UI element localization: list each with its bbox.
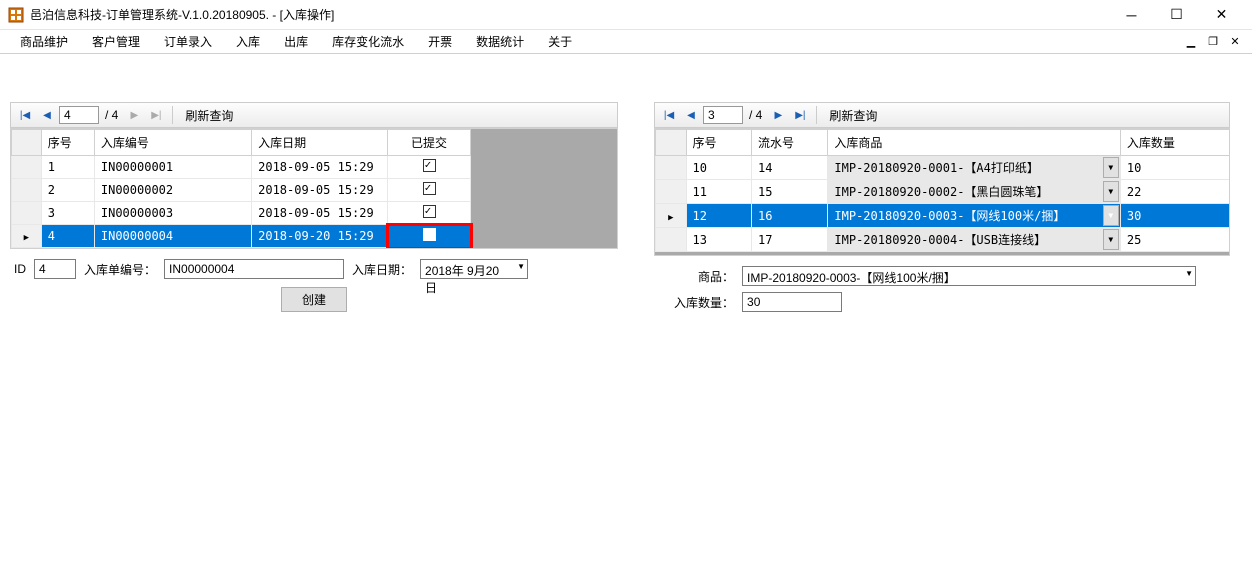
chevron-down-icon[interactable]: ▼ [1103,205,1119,226]
maximize-button[interactable]: ☐ [1154,0,1199,30]
table-row[interactable]: 3 IN00000003 2018-09-05 15:29 [12,202,471,225]
menu-product[interactable]: 商品维护 [8,30,80,53]
col-product[interactable]: 入库商品 [828,130,1120,156]
mdi-restore-button[interactable]: ❐ [1204,34,1222,50]
nav-position-input[interactable] [59,106,99,124]
menu-order[interactable]: 订单录入 [152,30,224,53]
table-row[interactable]: 2 IN00000002 2018-09-05 15:29 [12,179,471,202]
checkbox-icon[interactable] [423,205,436,218]
col-seq[interactable]: 序号 [41,130,94,156]
nav-last-icon[interactable]: ▶| [790,105,810,125]
table-row[interactable]: 13 17 IMP-20180920-0004-【USB连接线】▼ 25 [656,228,1230,252]
qty-input[interactable] [742,292,842,312]
col-flow[interactable]: 流水号 [752,130,828,156]
menu-stats[interactable]: 数据统计 [464,30,536,53]
chevron-down-icon: ▼ [517,262,525,271]
col-submitted[interactable]: 已提交 [388,130,471,156]
inbound-panel: |◀ ◀ / 4 ▶ ▶| 刷新查询 序号 入库编号 入库日期 已提交 [10,62,618,312]
window-title: 邑泊信息科技-订单管理系统-V.1.0.20180905. - [入库操作] [30,6,1109,23]
date-picker[interactable]: 2018年 9月20日▼ [420,259,528,279]
app-icon [8,7,24,23]
col-seq[interactable]: 序号 [686,130,751,156]
detail-panel: |◀ ◀ / 4 ▶ ▶| 刷新查询 序号 流水号 入库商品 入库数量 [654,62,1230,312]
checkbox-icon[interactable] [423,159,436,172]
menubar: 商品维护 客户管理 订单录入 入库 出库 库存变化流水 开票 数据统计 关于 ▁… [0,30,1252,54]
row-header [12,130,42,156]
titlebar: 邑泊信息科技-订单管理系统-V.1.0.20180905. - [入库操作] ─… [0,0,1252,30]
nav-total: / 4 [745,108,766,122]
row-indicator-icon: ▶ [24,233,29,243]
id-label: ID [14,262,26,276]
nav-first-icon[interactable]: |◀ [15,105,35,125]
inbound-grid[interactable]: 序号 入库编号 入库日期 已提交 1 IN00000001 2018-09-05… [11,129,471,248]
code-input[interactable] [164,259,344,279]
menu-invoice[interactable]: 开票 [416,30,464,53]
code-label: 入库单编号： [84,261,156,278]
product-label: 商品： [698,268,734,285]
table-row[interactable]: ▶ 12 16 IMP-20180920-0003-【网线100米/捆】▼ 30 [656,204,1230,228]
checkbox-icon[interactable] [423,182,436,195]
col-code[interactable]: 入库编号 [94,130,251,156]
table-row[interactable]: ▶ 4 IN00000004 2018-09-20 15:29 [12,225,471,248]
nav-next-icon: ▶ [124,105,144,125]
close-button[interactable]: ✕ [1199,0,1244,30]
refresh-button[interactable]: 刷新查询 [179,107,239,124]
nav-position-input[interactable] [703,106,743,124]
col-date[interactable]: 入库日期 [252,130,388,156]
col-qty[interactable]: 入库数量 [1120,130,1229,156]
nav-total: / 4 [101,108,122,122]
create-button[interactable]: 创建 [281,287,347,312]
nav-first-icon[interactable]: |◀ [659,105,679,125]
nav-prev-icon[interactable]: ◀ [37,105,57,125]
chevron-down-icon[interactable]: ▼ [1103,229,1119,250]
product-combo[interactable]: IMP-20180920-0003-【网线100米/捆】▼ [742,266,1196,286]
table-row[interactable]: 10 14 IMP-20180920-0001-【A4打印纸】▼ 10 [656,156,1230,180]
menu-about[interactable]: 关于 [536,30,584,53]
chevron-down-icon[interactable]: ▼ [1103,181,1119,202]
refresh-button[interactable]: 刷新查询 [823,107,883,124]
minimize-button[interactable]: ─ [1109,0,1154,30]
right-navigator: |◀ ◀ / 4 ▶ ▶| 刷新查询 [654,102,1230,128]
nav-last-icon: ▶| [146,105,166,125]
id-input[interactable] [34,259,76,279]
row-header [656,130,687,156]
mdi-close-button[interactable]: ✕ [1226,34,1244,50]
checkbox-icon[interactable] [423,228,436,241]
chevron-down-icon: ▼ [1185,269,1193,278]
nav-prev-icon[interactable]: ◀ [681,105,701,125]
menu-outbound[interactable]: 出库 [272,30,320,53]
chevron-down-icon[interactable]: ▼ [1103,157,1119,178]
qty-label: 入库数量： [674,294,734,311]
row-indicator-icon: ▶ [668,213,673,223]
menu-customer[interactable]: 客户管理 [80,30,152,53]
menu-inbound[interactable]: 入库 [224,30,272,53]
detail-grid[interactable]: 序号 流水号 入库商品 入库数量 10 14 IMP-20180920-0001… [655,129,1230,252]
menu-stockflow[interactable]: 库存变化流水 [320,30,416,53]
date-label: 入库日期： [352,261,412,278]
nav-next-icon[interactable]: ▶ [768,105,788,125]
table-row[interactable]: 11 15 IMP-20180920-0002-【黑白圆珠笔】▼ 22 [656,180,1230,204]
mdi-minimize-button[interactable]: ▁ [1182,34,1200,50]
table-row[interactable]: 1 IN00000001 2018-09-05 15:29 [12,156,471,179]
left-navigator: |◀ ◀ / 4 ▶ ▶| 刷新查询 [10,102,618,128]
